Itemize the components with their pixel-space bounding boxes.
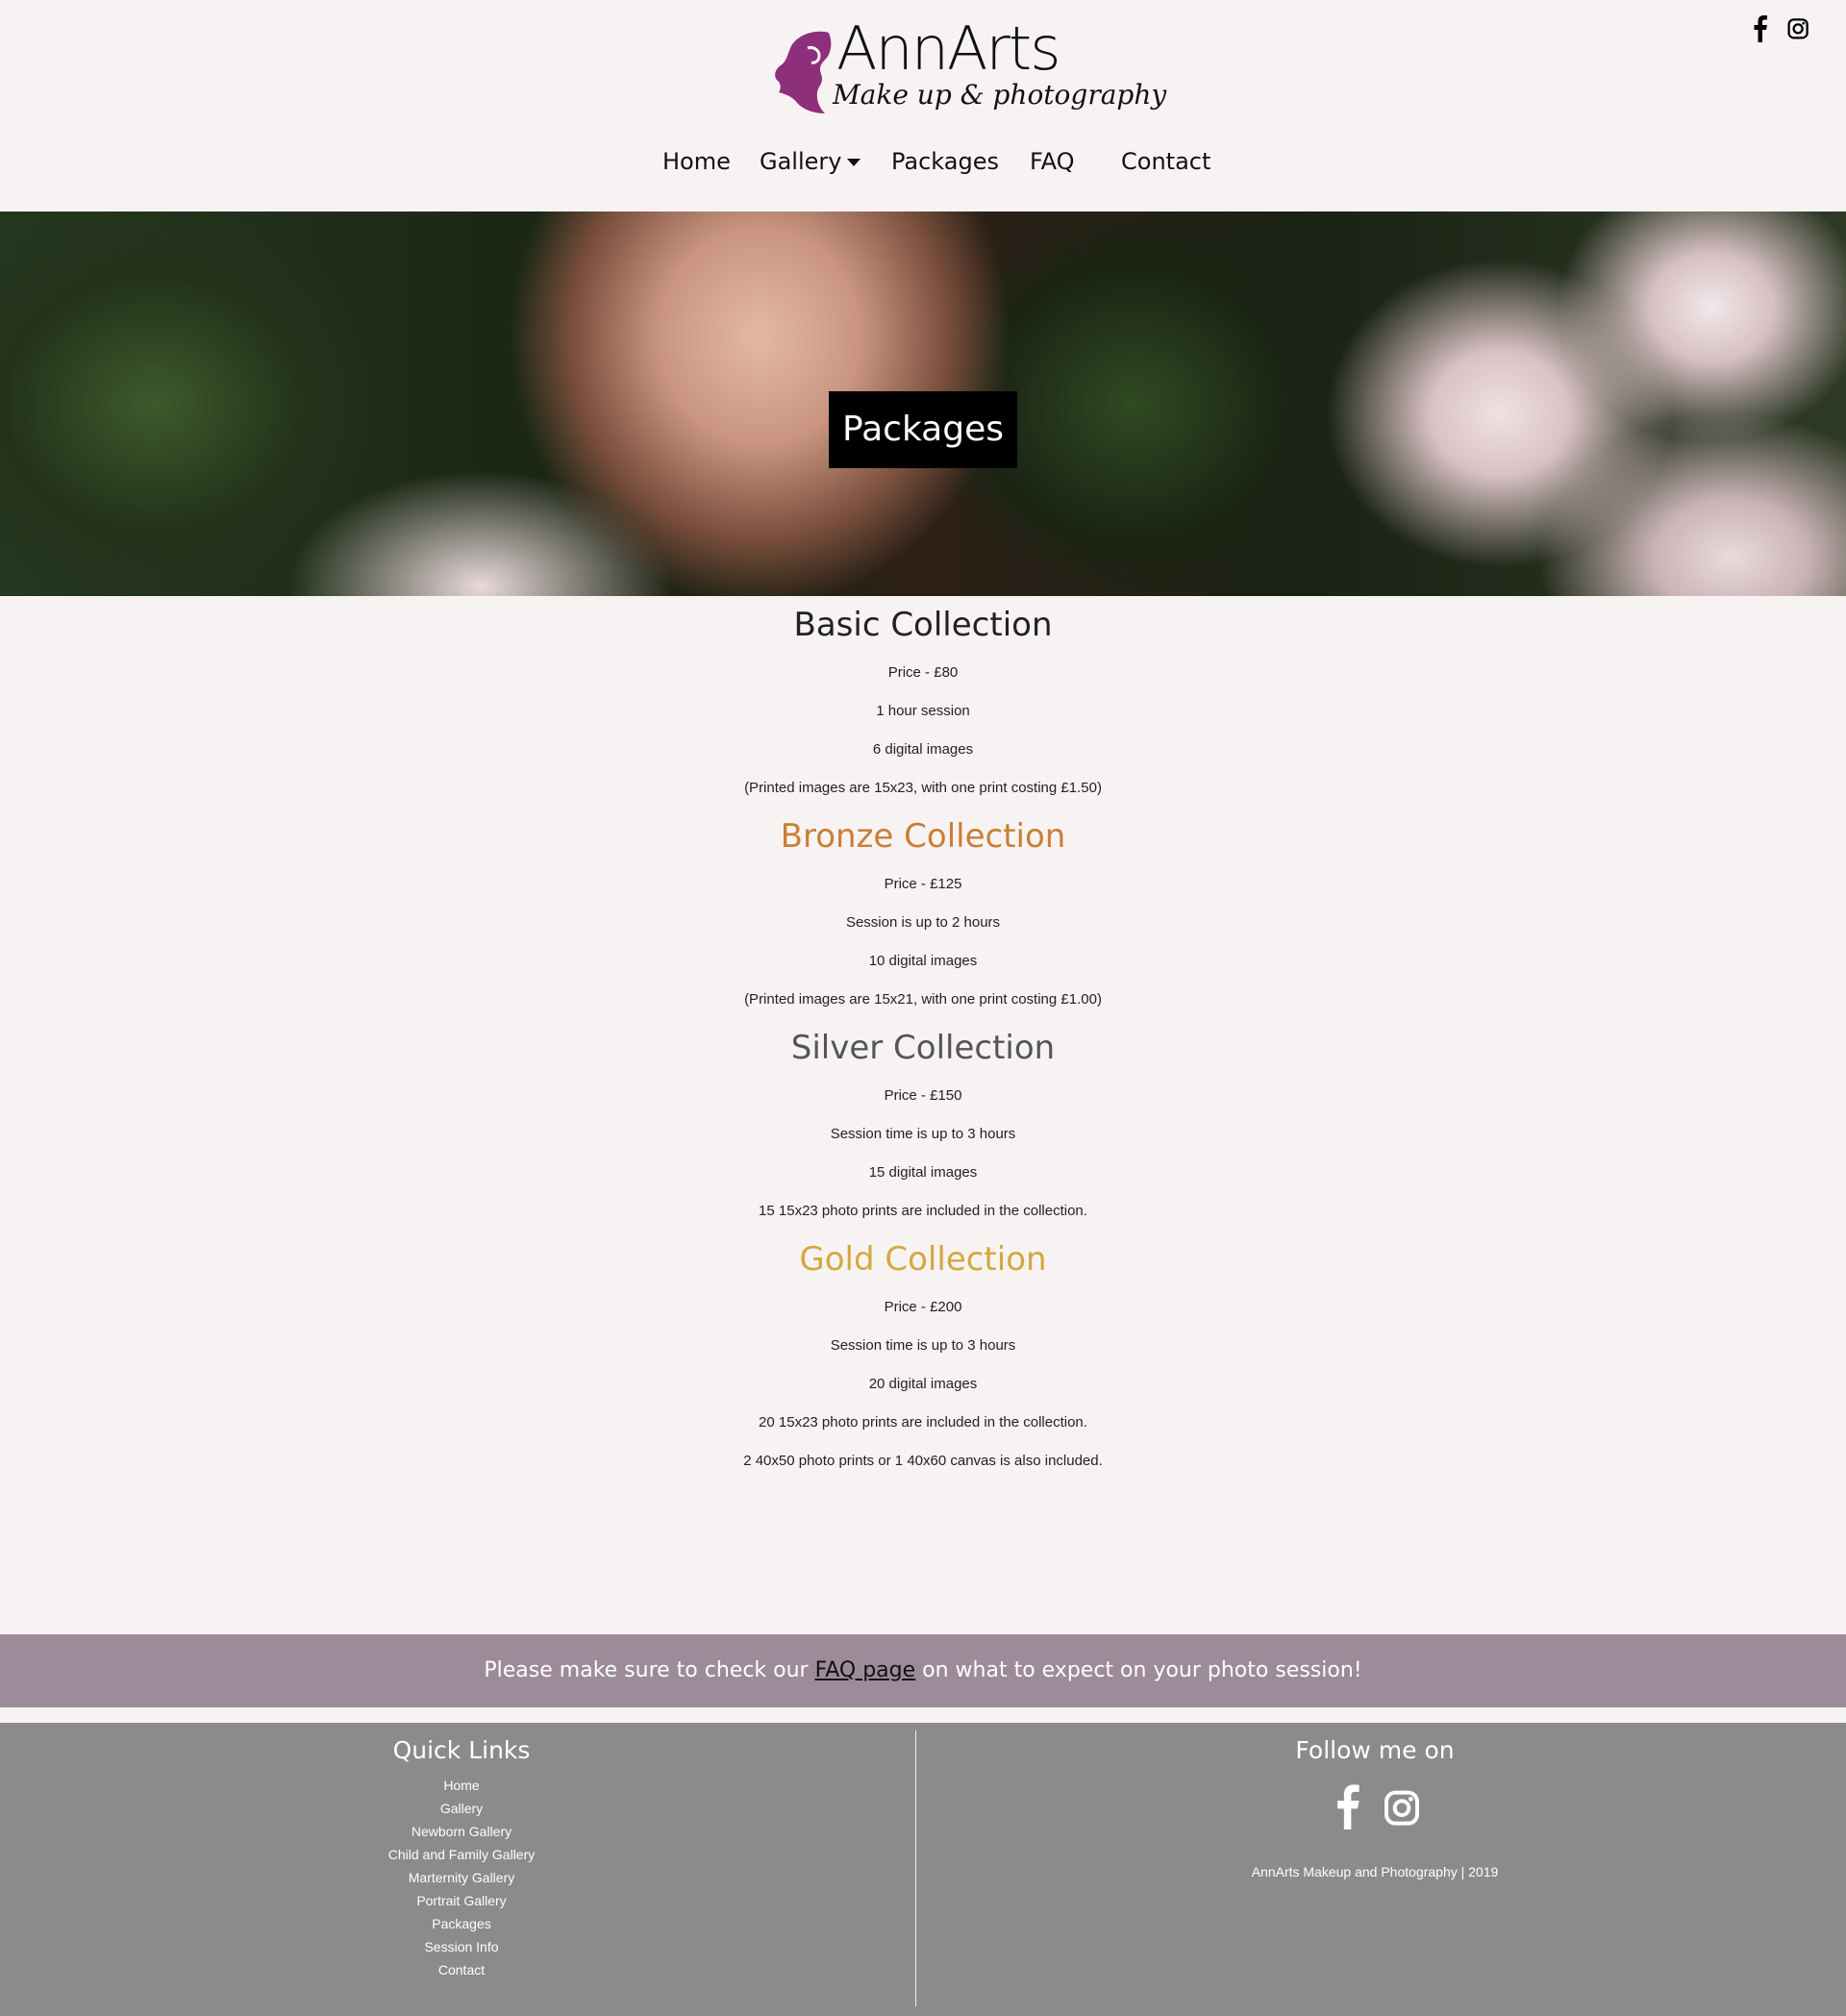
hero-title: Packages	[829, 391, 1017, 468]
quick-link-child-and-family-gallery[interactable]: Child and Family Gallery	[365, 1843, 558, 1866]
collection-detail: (Printed images are 15x21, with one prin…	[744, 991, 1102, 1008]
caret-down-icon	[847, 159, 861, 166]
faq-notice-after: on what to expect on your photo session!	[915, 1658, 1362, 1682]
site-logo[interactable]: AnnArts Make up & photography	[769, 19, 1166, 129]
nav-faq[interactable]: FAQ	[1030, 148, 1075, 175]
facebook-icon[interactable]	[1748, 13, 1773, 42]
collection-basic: Basic Collection Price - £80 1 hour sessio…	[0, 596, 1846, 808]
instagram-icon[interactable]	[1383, 1781, 1421, 1829]
collection-gold: Gold Collection Price - £200 Session time …	[0, 1231, 1846, 1481]
collection-detail: Price - £150	[884, 1087, 962, 1104]
collection-title: Silver Collection	[790, 1029, 1056, 1067]
follow-section: Follow me on AnnArts Makeup and Photogra…	[1183, 1723, 1567, 1879]
collection-title: Gold Collection	[799, 1240, 1047, 1279]
copyright-text: AnnArts Makeup and Photography | 2019	[1251, 1864, 1499, 1879]
header-social	[1748, 13, 1811, 42]
collection-detail: 15 digital images	[868, 1164, 978, 1181]
collections-section: Basic Collection Price - £80 1 hour sessio…	[0, 596, 1846, 1481]
footer-divider	[915, 1730, 916, 2006]
follow-title: Follow me on	[1295, 1736, 1455, 1764]
nav-gallery-label: Gallery	[760, 148, 842, 175]
site-footer: Quick Links Home Gallery Newborn Gallery Ch…	[0, 1723, 1846, 2016]
collection-detail: Price - £80	[887, 664, 959, 681]
collection-detail: 10 digital images	[868, 953, 978, 969]
logo-tagline: Make up & photography	[833, 79, 1167, 111]
quick-link-home[interactable]: Home	[365, 1774, 558, 1797]
collection-detail: Price - £125	[884, 876, 962, 892]
quick-link-session-info[interactable]: Session Info	[365, 1935, 558, 1958]
nav-packages[interactable]: Packages	[891, 148, 999, 175]
collection-detail: 20 digital images	[868, 1376, 978, 1392]
collection-detail: (Printed images are 15x23, with one prin…	[744, 780, 1102, 796]
nav-gallery[interactable]: Gallery	[760, 148, 861, 175]
collection-detail: Session is up to 2 hours	[845, 914, 1001, 931]
quick-links-title: Quick Links	[392, 1736, 531, 1764]
collection-detail: 1 hour session	[876, 703, 970, 719]
collection-detail: 2 40x50 photo prints or 1 40x60 canvas i…	[743, 1453, 1103, 1469]
collection-detail: Price - £200	[884, 1299, 962, 1315]
collection-detail: 20 15x23 photo prints are included in th…	[759, 1414, 1087, 1431]
collection-detail: Session time is up to 3 hours	[830, 1337, 1016, 1354]
site-header: AnnArts Make up & photography Home Galle…	[0, 0, 1846, 316]
collection-detail: 6 digital images	[872, 741, 974, 758]
faq-page-link[interactable]: FAQ page	[815, 1658, 916, 1682]
faq-notice-band: Please make sure to check our FAQ page o…	[0, 1634, 1846, 1707]
quick-link-gallery[interactable]: Gallery	[365, 1797, 558, 1820]
instagram-icon[interactable]	[1786, 13, 1811, 42]
quick-link-contact[interactable]: Contact	[365, 1958, 558, 1981]
collection-detail: Session time is up to 3 hours	[830, 1126, 1016, 1142]
quick-link-packages[interactable]: Packages	[365, 1912, 558, 1935]
nav-home[interactable]: Home	[662, 148, 731, 175]
quick-link-portrait-gallery[interactable]: Portrait Gallery	[365, 1889, 558, 1912]
collection-bronze: Bronze Collection Price - £125 Session is …	[0, 808, 1846, 1019]
collection-silver: Silver Collection Price - £150 Session tim…	[0, 1019, 1846, 1231]
collection-detail: 15 15x23 photo prints are included in th…	[759, 1203, 1087, 1219]
quick-link-newborn-gallery[interactable]: Newborn Gallery	[365, 1820, 558, 1843]
quick-links: Quick Links Home Gallery Newborn Gallery Ch…	[365, 1723, 558, 1981]
nav-contact[interactable]: Contact	[1121, 148, 1210, 175]
quick-link-marternity-gallery[interactable]: Marternity Gallery	[365, 1866, 558, 1889]
quick-links-list: Home Gallery Newborn Gallery Child and Fami…	[365, 1774, 558, 1981]
main-nav: Home Gallery Packages FAQ Contact	[0, 135, 1846, 316]
collection-title: Bronze Collection	[780, 817, 1066, 856]
footer-social	[1183, 1781, 1567, 1829]
logo-brand: AnnArts	[836, 13, 1061, 84]
facebook-icon[interactable]	[1329, 1781, 1367, 1829]
collection-title: Basic Collection	[793, 606, 1053, 644]
faq-notice-before: Please make sure to check our	[484, 1658, 815, 1682]
